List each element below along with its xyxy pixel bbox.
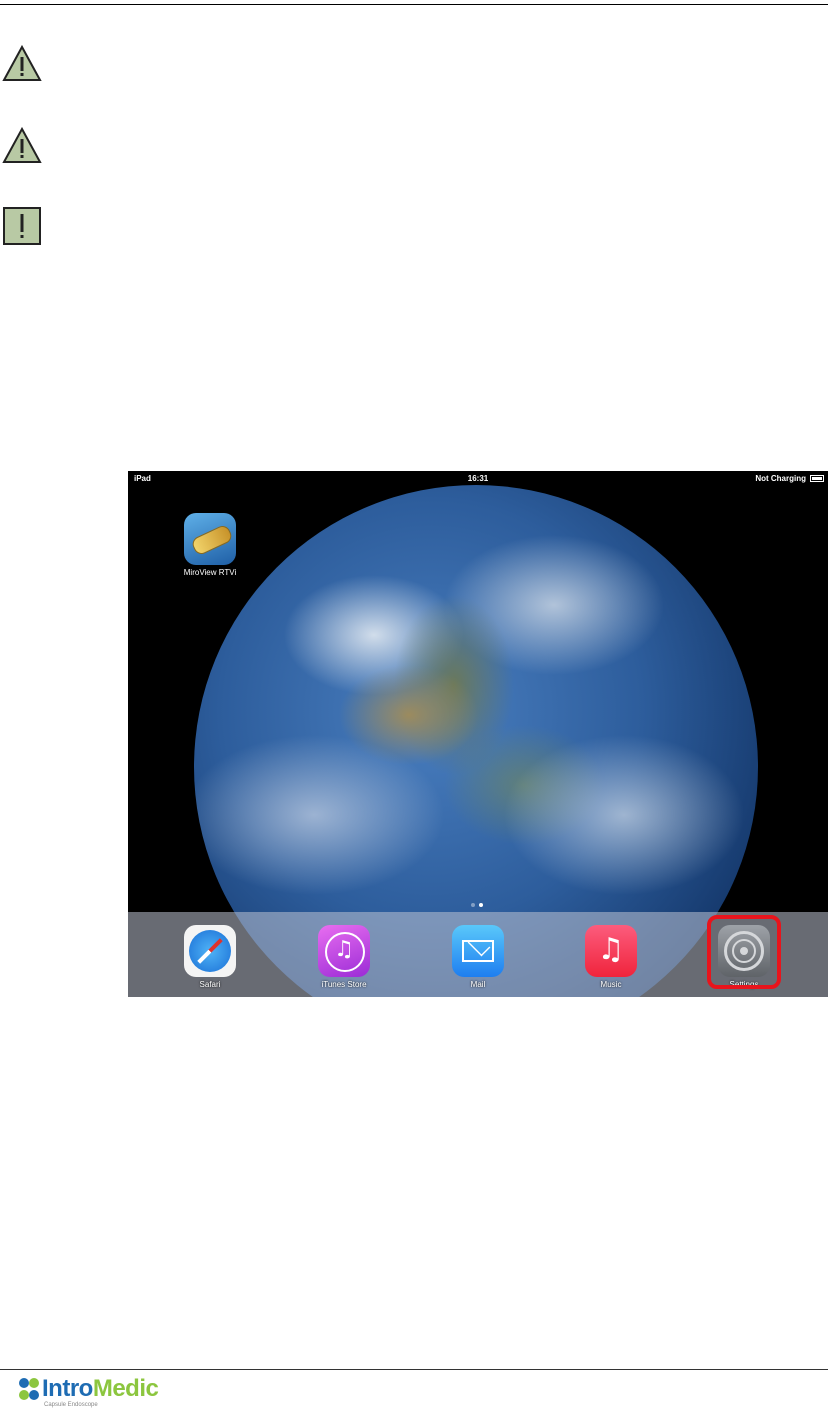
footer-rule bbox=[0, 1369, 828, 1370]
warning-triangle-icon bbox=[2, 44, 42, 84]
dock-app-safari[interactable]: Safari bbox=[174, 925, 246, 989]
page-indicator bbox=[471, 903, 475, 907]
miroview-app-icon bbox=[184, 513, 236, 565]
app-label: iTunes Store bbox=[321, 980, 367, 989]
exclamation-box-icon bbox=[2, 206, 42, 246]
intromedic-logo: IntroMedic Capsule Endoscope bbox=[16, 1375, 196, 1409]
app-label: Music bbox=[600, 980, 622, 989]
header-rule bbox=[0, 4, 828, 5]
battery-status: Not Charging bbox=[755, 474, 806, 483]
dock-app-music[interactable]: ♫ Music bbox=[575, 925, 647, 989]
status-time: 16:31 bbox=[467, 474, 489, 483]
status-bar: iPad 16:31 Not Charging bbox=[128, 471, 828, 487]
app-label: Mail bbox=[470, 980, 486, 989]
page-indicator bbox=[479, 903, 483, 907]
music-icon: ♫ bbox=[585, 925, 637, 977]
dock-app-itunes-store[interactable]: ♫ iTunes Store bbox=[308, 925, 380, 989]
logo-intro: Intro bbox=[42, 1375, 93, 1402]
dock-app-mail[interactable]: Mail bbox=[442, 925, 514, 989]
app-miroview[interactable]: MiroView RTVi bbox=[174, 513, 246, 577]
warning-triangle-icon bbox=[2, 126, 42, 166]
ipad-home-screenshot: iPad 16:31 Not Charging MiroView RTVi Sa… bbox=[128, 471, 828, 997]
battery-icon bbox=[810, 475, 824, 482]
safari-icon bbox=[184, 925, 236, 977]
mail-icon bbox=[452, 925, 504, 977]
logo-medic: Medic bbox=[92, 1375, 159, 1402]
app-label: MiroView RTVi bbox=[183, 568, 237, 577]
logo-mark-icon bbox=[19, 1378, 39, 1400]
logo-tagline: Capsule Endoscope bbox=[44, 1402, 98, 1408]
settings-highlight-frame bbox=[707, 915, 781, 989]
logo-wordmark: IntroMedic bbox=[42, 1375, 159, 1403]
itunes-store-icon: ♫ bbox=[318, 925, 370, 977]
app-label: Safari bbox=[199, 980, 221, 989]
